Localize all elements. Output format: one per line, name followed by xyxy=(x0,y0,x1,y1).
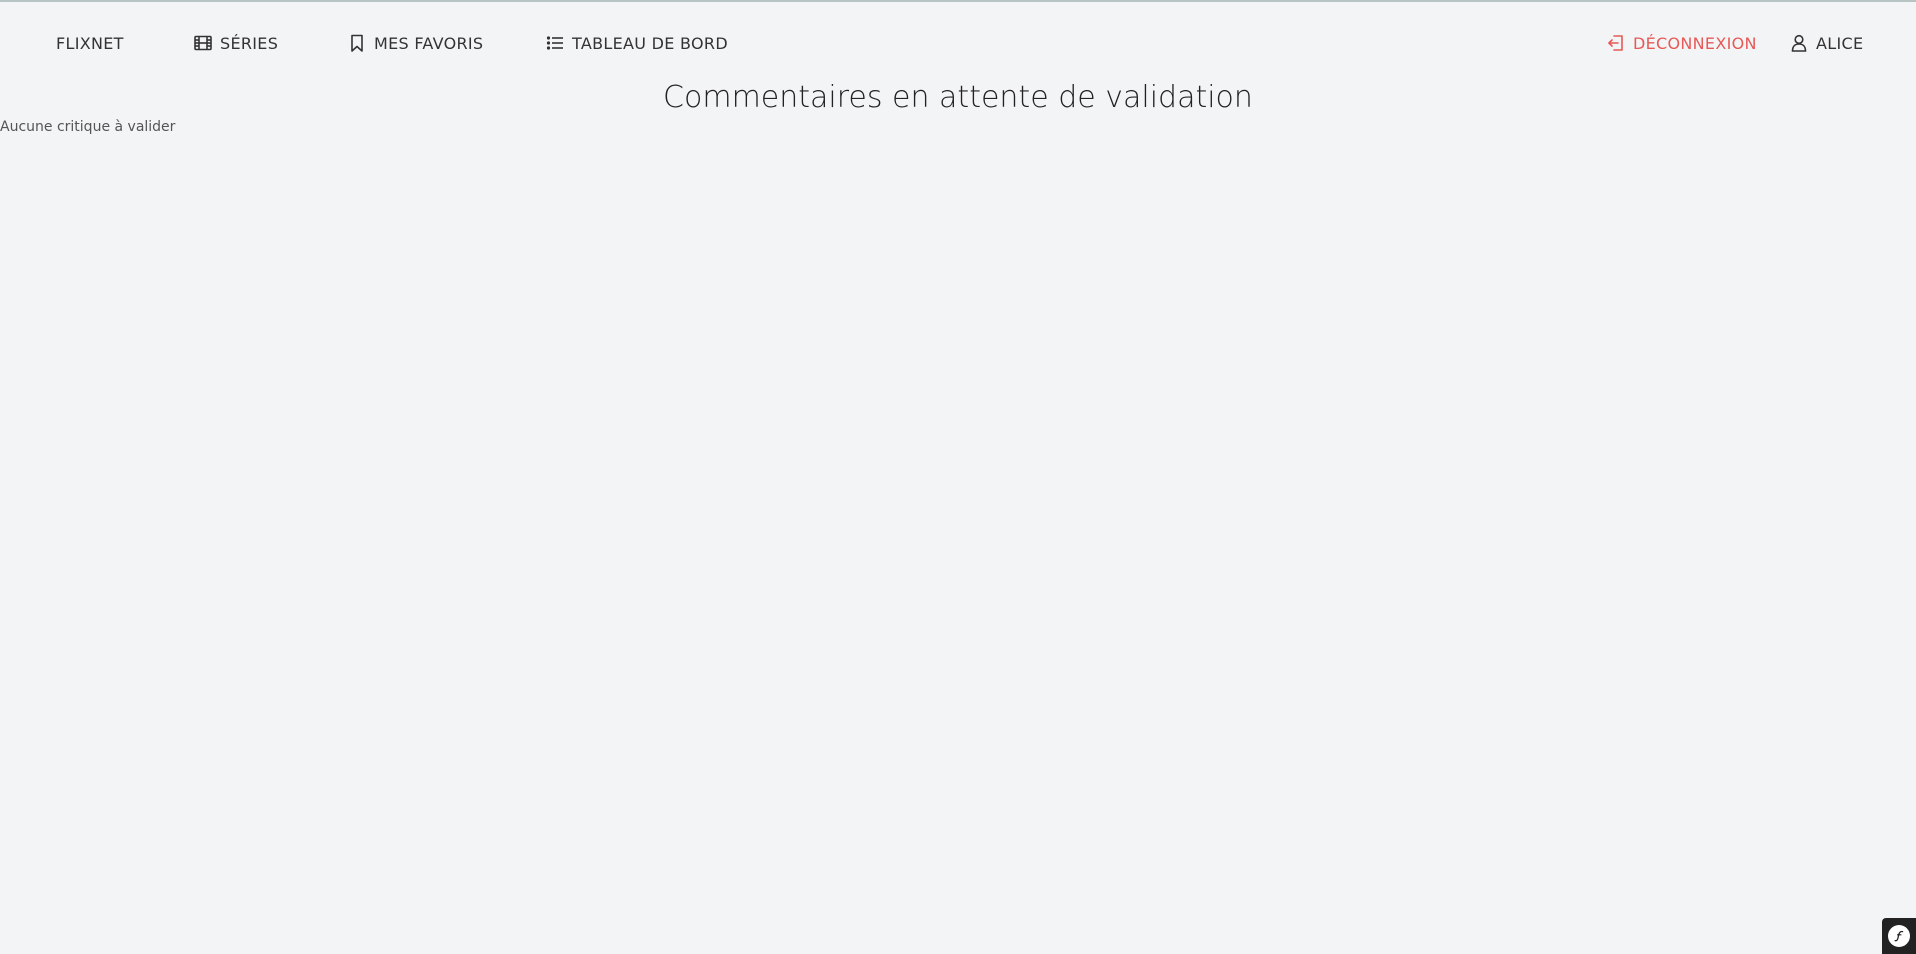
nav-item-dashboard[interactable]: TABLEAU DE BORD xyxy=(544,30,728,56)
brand-label: FLIXNET xyxy=(56,33,124,53)
nav-item-favoris[interactable]: MES FAVORIS xyxy=(346,30,483,56)
logout-link[interactable]: DÉCONNEXION xyxy=(1605,30,1757,56)
nav-item-favoris-label: MES FAVORIS xyxy=(374,33,484,53)
user-icon xyxy=(1788,32,1810,54)
symfony-icon xyxy=(1888,925,1910,947)
film-icon xyxy=(192,32,214,54)
navbar: FLIXNET SÉRIES MES FAVORIS TABLEAU DE BO… xyxy=(0,2,1916,80)
nav-item-series-label: SÉRIES xyxy=(220,33,279,53)
brand-link[interactable]: FLIXNET xyxy=(56,30,124,56)
nav-item-series[interactable]: SÉRIES xyxy=(192,30,278,56)
page-title: Commentaires en attente de validation xyxy=(663,80,1253,115)
symfony-toolbar-toggle[interactable] xyxy=(1882,918,1916,954)
user-label: ALICE xyxy=(1816,33,1864,53)
list-icon xyxy=(544,32,566,54)
nav-item-dashboard-label: TABLEAU DE BORD xyxy=(572,33,728,53)
user-menu[interactable]: ALICE xyxy=(1788,30,1863,56)
logout-icon xyxy=(1605,32,1627,54)
empty-state-message: Aucune critique à valider xyxy=(0,119,176,135)
bookmark-icon xyxy=(346,32,368,54)
logout-label: DÉCONNEXION xyxy=(1633,33,1757,53)
